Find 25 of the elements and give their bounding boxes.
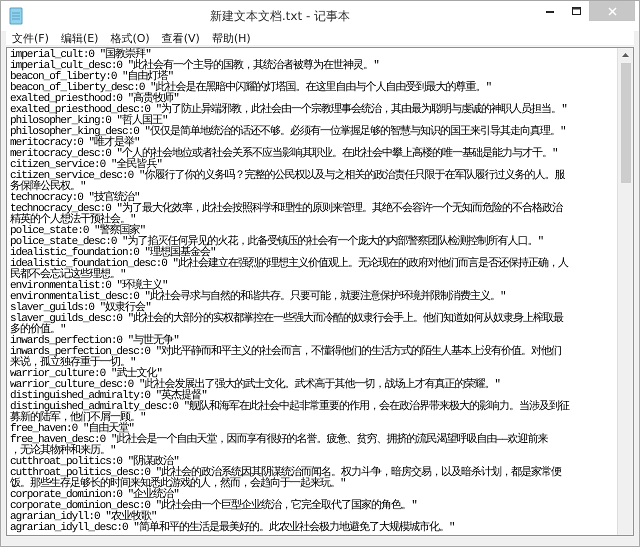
notepad-icon [9, 7, 23, 25]
text-line: inwards_perfection_desc:0 "对此平静而和平主义的社会而言，不懂得他们的生活方式的陌生人基本上没有价值。对他们 [10, 347, 562, 358]
menu-item[interactable]: 编辑(E) [60, 32, 98, 44]
text-line: 务保障公民权。" [10, 182, 87, 193]
menu-item[interactable]: 查看(V) [162, 32, 200, 44]
text-line: philosopher_king:0 "哲人国王" [10, 116, 168, 127]
maximize-icon [572, 7, 580, 15]
menu-item[interactable]: 文件(F) [12, 32, 49, 44]
text-line: agrarian_idyll_desc:0 "简单和平的生活是最美好的。此农业社会极力地避免了大规模城市化。" [10, 523, 456, 534]
up-arrow-icon [622, 53, 629, 57]
window-title: 新建文本文档.txt - 记事本 [210, 8, 350, 25]
text-line: distinguished_admiralty_desc:0 "舰队和海军在此社会中起非常重要的作用，会在政治界带来极大的影响力。当涉及到征 [10, 402, 571, 413]
scrollbar[interactable] [617, 48, 633, 535]
text-line: corporate_dominion_desc:0 "此社会由一个巨型企业统治，它完全取代了国家的角色。" [10, 501, 418, 512]
text-line: philosopher_king_desc:0 "仅仅是简单地统治的话还不够。必须有一位掌握足够的智慧与知识的国王来引导其走向真理。" [10, 127, 567, 138]
text-line: exalted_priesthood_desc:0 "为了防止异端邪教，此社会由一个宗教理事会统治，其由最为聪明与虔诚的神职人员担当。" [10, 105, 568, 116]
scrollbar-thumb[interactable] [620, 63, 630, 183]
minimize-icon [546, 10, 554, 12]
text-line: 多的价值。" [10, 325, 66, 336]
text-line: slaver_guilds_desc:0 "此社会的大部分的实权都掌控在一些强大而冷酷的奴隶行会手上。他们知道如何从奴隶身上榨取最 [10, 314, 564, 325]
text-line: ，无论其物种和来历。" [10, 446, 116, 457]
menu-item[interactable]: 格式(O) [110, 32, 150, 44]
menu-item[interactable]: 帮助(H) [212, 32, 251, 44]
text-line: 民都不会忘记这些理想。" [10, 270, 126, 281]
close-icon [608, 6, 616, 16]
